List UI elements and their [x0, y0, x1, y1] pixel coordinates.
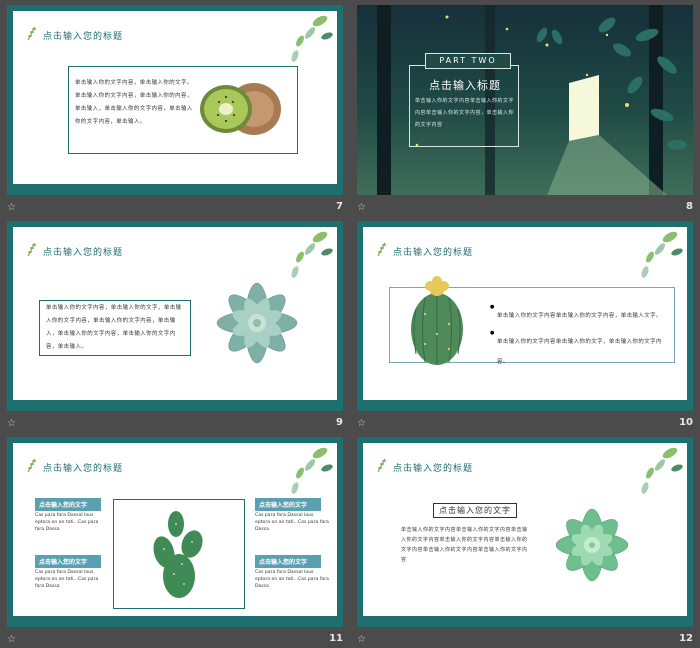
forest-background-image: [377, 5, 687, 195]
item-heading: 点击输入您的文字: [35, 555, 101, 568]
content-box: ● 单击输入你的文字内容单击输入你的文字内容，单击输入文字。 ● 单击输入你的文…: [389, 276, 675, 365]
slide-thumbnail-12[interactable]: 点击输入您的标题 点击输入您的文字 单击输入你的文字内容单击输入你的文字内容单击…: [357, 437, 693, 627]
slide-canvas: 点击输入您的标题 点击输入您的文字 Cas para fara Dassal l…: [13, 443, 337, 616]
slide-title: 点击输入您的标题: [393, 248, 474, 258]
item-heading: 点击输入您的文字: [35, 498, 101, 511]
slide-footer-8: ☆ 8: [357, 200, 693, 216]
bullet-dot-icon: ●: [490, 330, 495, 336]
slide-footer-9: ☆ 9: [7, 416, 343, 432]
leaf-sprig-icon: [377, 242, 386, 257]
body-text: 单击输入你的文字内容单击输入你的文字内容单击输入你的文字内容，单击输入你的文字内…: [415, 98, 515, 128]
leaf-decoration-icon: [641, 447, 683, 494]
bullet-item: ● 单击输入你的文字内容单击输入你的文字内容，单击输入文字。: [490, 302, 668, 322]
kiwi-image: [200, 83, 281, 135]
star-icon: ☆: [7, 202, 16, 213]
succulent-image: [555, 508, 629, 582]
item-heading: 点击输入您的文字: [255, 498, 321, 511]
bullet-text: 单击输入你的文字内容单击输入你的文字，单击输入你的文字内容。: [497, 339, 662, 365]
slide-footer-12: ☆ 12: [357, 632, 693, 648]
item-text: Cas para fara Dassal lous eptora on an t…: [35, 513, 99, 532]
slide-number: 7: [336, 201, 343, 212]
slide-number: 9: [336, 417, 343, 428]
subtitle-box: 点击输入您的文字: [433, 503, 517, 518]
item-text: Cas para fara Dassal lous eptora on an t…: [35, 570, 99, 589]
slide-canvas: PART TWO 点击输入标题 单击输入你的文字内容单击输入你的文字内容单击输入…: [357, 5, 693, 195]
slide-thumbnail-10[interactable]: 点击输入您的标题 ● 单击输入你的文字内容单击输入你的文字内容，单击输入文字。 …: [357, 221, 693, 411]
star-icon: ☆: [357, 634, 366, 645]
cactus-image: [411, 276, 463, 365]
item-heading: 点击输入您的文字: [255, 555, 321, 568]
slide-title: 点击输入您的标题: [43, 248, 124, 258]
leaf-sprig-icon: [27, 242, 36, 257]
item-text: Cas para fara Dassal lous eptora on an t…: [255, 570, 329, 589]
slide-footer-11: ☆ 11: [7, 632, 343, 648]
star-icon: ☆: [7, 418, 16, 429]
slide-canvas: 点击输入您的标题 点击输入您的文字 单击输入你的文字内容单击输入你的文字内容单击…: [363, 443, 687, 616]
slide-thumbnail-7[interactable]: 点击输入您的标题 单击输入你的文字内容，单击输入你的文字。单击输入你的文字内容，…: [7, 5, 343, 195]
slide-thumbnail-9[interactable]: 点击输入您的标题 单击输入你的文字内容，单击输入你的文字，单击输入你的文字内容，…: [7, 221, 343, 411]
slide-number: 12: [679, 633, 693, 644]
slide-title: 点击输入您的标题: [43, 32, 124, 42]
slide-thumbnail-11[interactable]: 点击输入您的标题 点击输入您的文字 Cas para fara Dassal l…: [7, 437, 343, 627]
slide-number: 10: [679, 417, 693, 428]
image-frame: [113, 499, 245, 609]
part-label: PART TWO: [425, 53, 511, 69]
star-icon: ☆: [7, 634, 16, 645]
star-icon: ☆: [357, 202, 366, 213]
star-icon: ☆: [357, 418, 366, 429]
leaf-decoration-icon: [641, 231, 683, 278]
leaf-sprig-icon: [377, 458, 386, 473]
body-text: 单击输入你的文字内容单击输入你的文字内容单击输入你的文字内容单击输入你的文字内容…: [401, 527, 528, 563]
slide-footer-7: ☆ 7: [7, 200, 343, 216]
item-text: Cas para fara Dassal lous eptora on an t…: [255, 513, 329, 532]
slide-thumbnail-8[interactable]: PART TWO 点击输入标题 单击输入你的文字内容单击输入你的文字内容单击输入…: [357, 5, 693, 195]
content-box: 单击输入你的文字内容，单击输入你的文字。单击输入你的文字内容，单击输入你的内容，…: [68, 66, 298, 154]
leaf-decoration-icon: [291, 447, 333, 494]
body-text: 单击输入你的文字内容，单击输入你的文字，单击输入你的文字内容，单击输入你的文字内…: [46, 305, 182, 350]
leaf-decoration-icon: [291, 15, 333, 62]
bullet-item: ● 单击输入你的文字内容单击输入你的文字，单击输入你的文字内容。: [490, 328, 668, 368]
slide-title: 点击输入您的标题: [393, 464, 474, 474]
body-text: 单击输入你的文字内容，单击输入你的文字。单击输入你的文字内容，单击输入你的内容，…: [75, 80, 193, 125]
slide-title: 点击输入标题: [429, 79, 501, 92]
slide-canvas: 点击输入您的标题 单击输入你的文字内容，单击输入你的文字。单击输入你的文字内容，…: [13, 11, 337, 184]
bullet-list: ● 单击输入你的文字内容单击输入你的文字内容，单击输入文字。 ● 单击输入你的文…: [490, 302, 668, 368]
bullet-text: 单击输入你的文字内容单击输入你的文字内容，单击输入文字。: [497, 313, 662, 319]
slide-footer-10: ☆ 10: [357, 416, 693, 432]
succulent-image: [216, 282, 298, 364]
slide-number: 11: [329, 633, 343, 644]
cactus-image: [153, 511, 203, 598]
bullet-dot-icon: ●: [490, 304, 495, 310]
slide-canvas: 点击输入您的标题 单击输入你的文字内容，单击输入你的文字，单击输入你的文字内容，…: [13, 227, 337, 400]
slide-number: 8: [686, 201, 693, 212]
leaf-sprig-icon: [27, 26, 36, 41]
slide-title: 点击输入您的标题: [43, 464, 124, 474]
slide-canvas: 点击输入您的标题 ● 单击输入你的文字内容单击输入你的文字内容，单击输入文字。 …: [363, 227, 687, 400]
leaf-sprig-icon: [27, 458, 36, 473]
content-box: 单击输入你的文字内容，单击输入你的文字，单击输入你的文字内容，单击输入你的文字内…: [39, 300, 191, 356]
